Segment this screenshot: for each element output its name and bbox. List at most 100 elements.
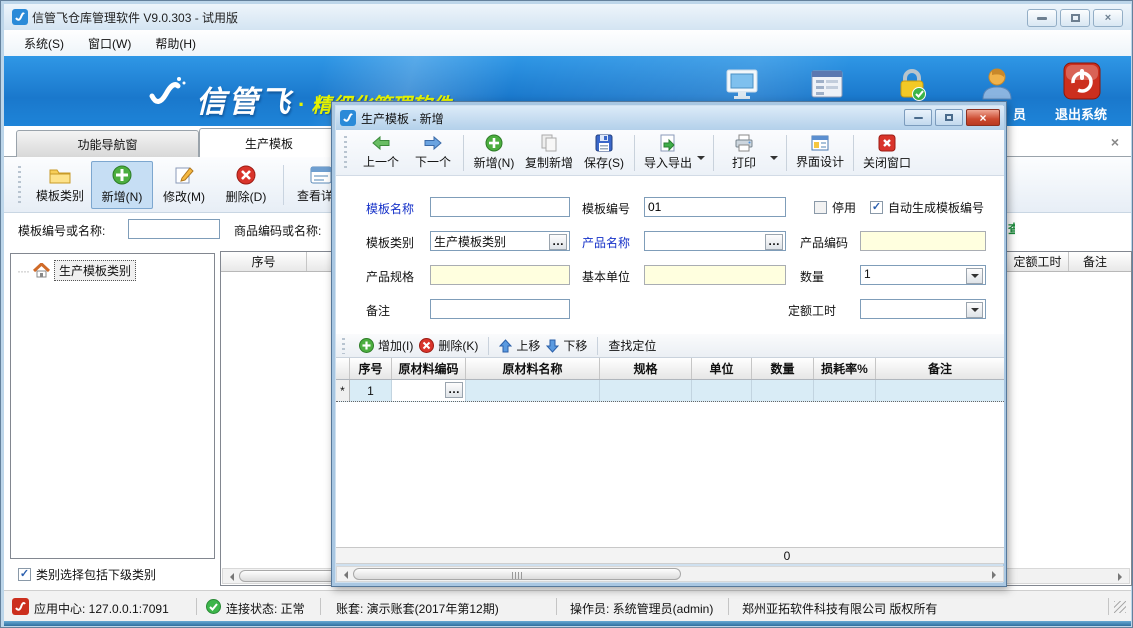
tab-close-icon[interactable]: × xyxy=(1111,134,1119,150)
previous-button[interactable]: 上一个 xyxy=(355,132,407,174)
template-no-input[interactable] xyxy=(644,197,786,217)
brand-name: 信管飞 xyxy=(196,77,292,121)
exit-system-button[interactable] xyxy=(1062,61,1102,101)
cell-material-code[interactable]: … xyxy=(392,380,466,401)
forms-button[interactable] xyxy=(807,64,847,104)
template-filter-input[interactable] xyxy=(128,219,220,239)
dialog-close-button[interactable]: × xyxy=(966,109,1000,126)
checkbox-checked-icon: ✓ xyxy=(870,201,883,214)
button-label: 增加(I) xyxy=(378,337,413,354)
template-filter-label: 模板编号或名称: xyxy=(18,222,105,239)
close-button[interactable]: × xyxy=(1093,9,1123,27)
col-spec[interactable]: 规格 xyxy=(600,358,692,379)
scroll-left-icon[interactable] xyxy=(226,573,234,581)
template-category-combo[interactable]: 生产模板类别 … xyxy=(430,231,570,251)
column-header-quota-hours[interactable]: 定额工时 xyxy=(1007,252,1069,271)
delete-button[interactable]: 删除(D) xyxy=(215,161,277,209)
dropdown-arrow-icon[interactable] xyxy=(966,268,983,284)
thumb-grip xyxy=(512,572,524,579)
ui-design-button[interactable]: 界面设计 xyxy=(791,132,849,174)
move-down-button[interactable]: 下移 xyxy=(546,337,587,354)
disabled-checkbox[interactable]: ✓ 停用 xyxy=(814,199,856,216)
edit-button[interactable]: 修改(M) xyxy=(153,161,215,209)
arrow-up-icon xyxy=(499,339,512,353)
dialog-minimize-button[interactable] xyxy=(904,109,932,126)
delete-icon xyxy=(236,165,256,185)
scroll-right-icon[interactable] xyxy=(992,571,1000,579)
tree-root-label: 生产模板类别 xyxy=(54,260,136,281)
search-button-partial[interactable]: 查询 xyxy=(1008,220,1015,236)
include-subcategory-option[interactable]: ✓ 类别选择包括下级类别 xyxy=(18,566,156,583)
dialog-hscrollbar[interactable] xyxy=(336,566,1004,582)
button-label: 删除(D) xyxy=(226,188,267,205)
column-header-seq[interactable]: 序号 xyxy=(221,252,307,271)
next-button[interactable]: 下一个 xyxy=(407,132,459,174)
cell-remark[interactable] xyxy=(876,380,1004,401)
dialog-add-button[interactable]: 新增(N) xyxy=(468,132,520,174)
arrow-down-icon xyxy=(546,339,559,353)
window-title: 信管飞仓库管理软件 V9.0.303 - 试用版 xyxy=(32,9,238,26)
tree-root-item[interactable]: ···· 生产模板类别 xyxy=(17,260,136,281)
scroll-right-icon[interactable] xyxy=(1118,573,1126,581)
auto-number-checkbox[interactable]: ✓ 自动生成模板编号 xyxy=(870,199,984,216)
minimize-button[interactable] xyxy=(1027,9,1057,27)
dialog-maximize-button[interactable] xyxy=(935,109,963,126)
col-material-name[interactable]: 原材料名称 xyxy=(466,358,600,379)
maximize-button[interactable] xyxy=(1060,9,1090,27)
cell-quantity[interactable] xyxy=(752,380,814,401)
col-remark[interactable]: 备注 xyxy=(876,358,1004,379)
menu-system[interactable]: 系统(S) xyxy=(14,32,74,55)
col-quantity[interactable]: 数量 xyxy=(752,358,814,379)
copy-add-button[interactable]: 复制新增 xyxy=(520,132,578,174)
lock-button[interactable] xyxy=(892,64,932,104)
col-loss-rate[interactable]: 损耗率% xyxy=(814,358,876,379)
remote-desktop-button[interactable] xyxy=(722,64,762,104)
template-category-button[interactable]: 模板类别 xyxy=(29,161,91,209)
button-label: 下一个 xyxy=(415,153,451,170)
cell-material-name[interactable] xyxy=(466,380,600,401)
auto-number-label: 自动生成模板编号 xyxy=(888,199,984,216)
scroll-left-icon[interactable] xyxy=(340,571,348,579)
col-material-code[interactable]: 原材料编码 xyxy=(392,358,466,379)
material-row[interactable]: * 1 … xyxy=(336,380,1004,402)
grid-remove-button[interactable]: 删除(K) xyxy=(419,337,478,354)
import-export-button[interactable]: 导入导出 xyxy=(639,132,697,174)
lookup-ellipsis-button[interactable]: … xyxy=(549,234,567,250)
quantity-combo[interactable]: 1 xyxy=(860,265,986,285)
dropdown-caret-icon[interactable] xyxy=(697,156,705,164)
close-icon: × xyxy=(979,111,986,125)
grid-add-button[interactable]: 增加(I) xyxy=(359,337,413,354)
operator-button[interactable] xyxy=(977,64,1017,104)
col-seq[interactable]: 序号 xyxy=(350,358,392,379)
tab-production-template[interactable]: 生产模板 xyxy=(199,128,339,157)
quota-hours-combo[interactable] xyxy=(860,299,986,319)
resize-grip[interactable] xyxy=(1114,601,1126,613)
quota-hours-label: 定额工时 xyxy=(788,302,836,319)
column-header-remark[interactable]: 备注 xyxy=(1069,252,1131,271)
col-unit[interactable]: 单位 xyxy=(692,358,752,379)
edit-icon xyxy=(174,165,194,185)
dropdown-arrow-icon[interactable] xyxy=(966,302,983,318)
maximize-icon xyxy=(945,114,953,121)
print-button[interactable]: 打印 xyxy=(718,132,770,174)
cell-spec[interactable] xyxy=(600,380,692,401)
dropdown-caret-icon[interactable] xyxy=(770,156,778,164)
cell-loss-rate[interactable] xyxy=(814,380,876,401)
menu-window[interactable]: 窗口(W) xyxy=(78,32,141,55)
status-bar: 应用中心: 127.0.0.1:7091 连接状态: 正常 账套: 演示账套(2… xyxy=(4,590,1131,621)
remark-input[interactable] xyxy=(430,299,570,319)
tab-nav-panel[interactable]: 功能导航窗 xyxy=(16,130,199,157)
lookup-ellipsis-button[interactable]: … xyxy=(445,382,463,398)
save-button[interactable]: 保存(S) xyxy=(578,132,630,174)
add-button[interactable]: 新增(N) xyxy=(91,161,153,209)
close-window-button[interactable]: 关闭窗口 xyxy=(858,132,916,174)
row-marker-header xyxy=(336,358,350,379)
find-locate-button[interactable]: 查找定位 xyxy=(608,337,656,354)
product-name-combo[interactable]: … xyxy=(644,231,786,251)
menu-help[interactable]: 帮助(H) xyxy=(145,32,206,55)
move-up-button[interactable]: 上移 xyxy=(499,337,540,354)
scroll-thumb[interactable] xyxy=(353,568,681,580)
lookup-ellipsis-button[interactable]: … xyxy=(765,234,783,250)
template-name-input[interactable] xyxy=(430,197,570,217)
cell-unit[interactable] xyxy=(692,380,752,401)
